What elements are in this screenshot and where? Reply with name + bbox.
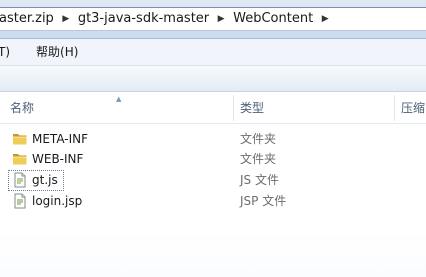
address-bar: aster.zip ▶ gt3-java-sdk-master ▶ WebCon… (0, 0, 426, 39)
menu-item-tools[interactable]: T) (0, 40, 14, 65)
js-file-icon (14, 172, 26, 188)
file-name: WEB-INF (32, 152, 84, 166)
menu-item-help[interactable]: 帮助(H) (32, 40, 82, 65)
column-header-name[interactable]: 名称 (10, 93, 34, 123)
column-divider[interactable] (233, 95, 234, 121)
file-name: META-INF (32, 132, 89, 146)
folder-icon (13, 134, 27, 145)
file-row-meta-inf[interactable]: META-INF 文件夹 (0, 129, 426, 150)
file-row-gt-js[interactable]: gt.js JS 文件 (0, 170, 426, 191)
column-header-type[interactable]: 类型 (240, 93, 264, 123)
file-type: JSP 文件 (240, 194, 287, 208)
command-bar (0, 66, 426, 92)
file-type: JS 文件 (240, 173, 279, 187)
column-divider[interactable] (394, 95, 395, 121)
breadcrumb[interactable]: aster.zip ▶ gt3-java-sdk-master ▶ WebCon… (0, 7, 426, 31)
file-row-login-jsp[interactable]: login.jsp JSP 文件 (0, 191, 426, 212)
file-name: gt.js (32, 173, 58, 187)
sort-ascending-icon: ▲ (116, 95, 122, 103)
file-name: login.jsp (32, 194, 83, 208)
chevron-right-icon[interactable]: ▶ (317, 8, 333, 30)
menu-bar: T) 帮助(H) (0, 39, 426, 66)
empty-list-area[interactable] (0, 230, 426, 277)
chevron-right-icon[interactable]: ▶ (58, 8, 74, 30)
column-header-size[interactable]: 压缩 (401, 93, 425, 123)
breadcrumb-item-project[interactable]: gt3-java-sdk-master (74, 8, 213, 30)
chevron-right-icon[interactable]: ▶ (213, 8, 229, 30)
file-row-web-inf[interactable]: WEB-INF 文件夹 (0, 149, 426, 170)
file-type: 文件夹 (240, 132, 277, 146)
jsp-file-icon (14, 193, 26, 209)
folder-icon (13, 154, 27, 165)
breadcrumb-item-webcontent[interactable]: WebContent (229, 8, 317, 30)
breadcrumb-item-archive[interactable]: aster.zip (0, 8, 58, 30)
file-type: 文件夹 (240, 152, 277, 166)
column-header: ▲ 名称 类型 压缩 (0, 93, 426, 124)
